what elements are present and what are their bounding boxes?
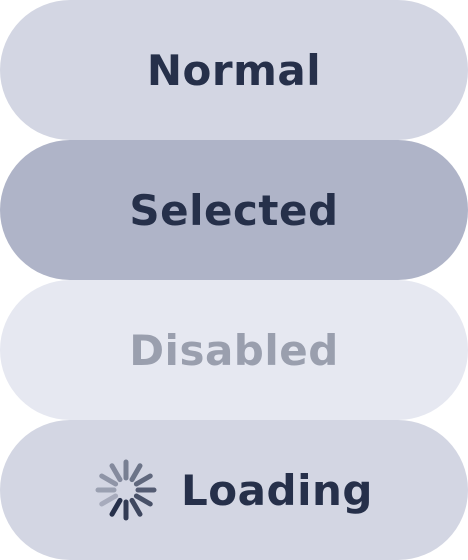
spinner-spoke — [109, 497, 123, 517]
spinner-spoke — [129, 463, 143, 483]
button-states-stack: Normal Selected Disabled Loading — [0, 0, 468, 560]
spinner-spoke — [133, 493, 153, 507]
selected-button[interactable]: Selected — [0, 140, 468, 280]
spinner-spoke — [99, 473, 119, 487]
spinner-spoke — [99, 493, 119, 507]
loading-button-label: Loading — [181, 465, 373, 515]
disabled-button-label: Disabled — [129, 325, 339, 375]
selected-button-label: Selected — [129, 185, 339, 235]
normal-button[interactable]: Normal — [0, 0, 468, 140]
spinner-spoke — [109, 463, 123, 483]
spinner-icon — [95, 459, 157, 521]
normal-button-label: Normal — [146, 45, 322, 95]
spinner-spoke — [129, 497, 143, 517]
loading-button[interactable]: Loading — [0, 420, 468, 560]
disabled-button: Disabled — [0, 280, 468, 420]
spinner-spoke — [133, 473, 153, 487]
